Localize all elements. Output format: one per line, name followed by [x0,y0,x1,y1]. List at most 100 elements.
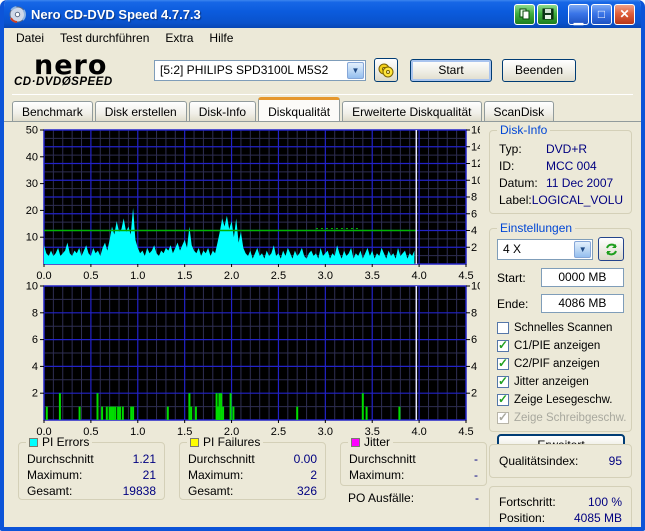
po-failures-row: PO Ausfälle: - [348,491,479,505]
start-button[interactable]: Start [410,58,492,82]
quality-index-value: 95 [608,454,622,468]
charts-column: 10 20 30 40 50 2 4 6 8 10 12 14 16 0.0 0.5 1.0 1.5 2.0 2.5… [4,122,487,526]
quit-button[interactable]: Beenden [502,58,576,82]
stat-group-jitter: Jitter Durchschnitt - Maximum: - [340,435,487,486]
menu-hilfe[interactable]: Hilfe [201,29,241,47]
stat-label: Durchschnitt [188,452,255,466]
save-button[interactable] [537,3,558,25]
disc-tools-button[interactable] [374,58,398,82]
check-icon: ✓ [498,356,509,370]
progress-group: Fortschritt: 100 % Position: 4085 MBGeschwi… [489,486,632,527]
svg-text:20: 20 [26,205,38,217]
check-icon: ✓ [498,338,509,352]
save-icon [542,8,553,20]
progress-row: Position: 4085 MB [499,510,622,526]
close-button[interactable]: ✕ [614,3,635,25]
stat-label: Gesamt: [188,484,234,498]
disk-info-value: MCC 004 [546,159,597,173]
checkbox-zeige-schreibgeschw[interactable]: ✓ Zeige Schreibgeschw. [497,410,627,425]
copy-button[interactable] [514,3,535,25]
checkbox-zeige-lesegeschw[interactable]: ✓ Zeige Lesegeschw. [497,392,624,407]
close-icon: ✕ [619,7,630,21]
checkbox-box[interactable]: ✓ [497,338,509,352]
svg-text:0.5: 0.5 [83,270,98,280]
pi-errors-color-swatch-icon [29,437,38,447]
svg-text:4.0: 4.0 [411,426,426,436]
stat-value: 1.21 [132,452,156,466]
progress-label: Geschwindigkeit: [499,526,590,527]
stat-row: Maximum: 2 [188,467,317,483]
svg-text:8: 8 [471,307,477,319]
po-failures-label: PO Ausfälle: [348,491,415,505]
svg-text:3.5: 3.5 [365,270,380,280]
progress-label: Position: [499,511,546,525]
stats-row: PI Errors Durchschnitt 1.21 Maximum: 21 Gesam… [18,435,487,505]
svg-text:6: 6 [471,208,477,220]
discs-icon [378,63,394,78]
title-bar[interactable]: Nero CD-DVD Speed 4.7.7.3 ▁ □ ✕ [4,0,641,28]
menu-test-durchf-hren[interactable]: Test durchführen [52,29,157,47]
stat-value: 21 [142,468,156,482]
checkbox-label: C2/PIF anzeigen [514,358,600,370]
stat-value: 0.00 [293,452,317,466]
minimize-button[interactable]: ▁ [568,3,589,25]
chevron-down-icon[interactable]: ▼ [574,240,592,258]
svg-text:6: 6 [32,334,38,346]
app-icon [9,5,26,23]
settings-title: Einstellungen [497,221,576,235]
tab-erweiterte-diskqualit-t[interactable]: Erweiterte Diskqualität [342,101,482,121]
chevron-down-icon[interactable]: ▼ [347,61,364,79]
maximize-button[interactable]: □ [591,3,612,25]
svg-text:16: 16 [471,125,480,137]
checkbox-box[interactable]: ✓ [497,374,509,388]
tab-disk-info[interactable]: Disk-Info [188,101,257,121]
checkbox-box[interactable]: ✓ [497,410,509,424]
refresh-button[interactable] [598,237,624,261]
svg-text:2: 2 [471,388,477,400]
drive-select[interactable]: [5:2] PHILIPS SPD3100L M5S2 ▼ [154,59,366,81]
refresh-icon [605,243,617,255]
end-field[interactable]: 4086 MB [540,294,624,313]
copy-icon [519,8,529,20]
progress-row: Fortschritt: 100 % [499,494,622,510]
stat-label: Durchschnitt [349,452,416,466]
stat-label: Gesamt: [27,484,73,498]
tab-benchmark[interactable]: Benchmark [12,101,93,121]
disk-quality-page: 10 20 30 40 50 2 4 6 8 10 12 14 16 0.0 0.5 1.0 1.5 2.0 2.5… [4,121,641,527]
checkbox-c1-pie-anzeigen[interactable]: ✓ C1/PIE anzeigen [497,338,624,353]
svg-text:2.0: 2.0 [224,270,239,280]
stat-value: 326 [296,484,317,498]
po-failures-value: - [475,491,479,505]
disk-info-label: Datum: [499,176,538,190]
disk-info-row: Label: LOGICAL_VOLU [499,192,623,209]
checkbox-box[interactable]: ✓ [497,392,509,406]
stat-value: - [474,452,478,466]
checkbox-c2-pif-anzeigen[interactable]: ✓ C2/PIF anzeigen [497,356,624,371]
speed-select[interactable]: 4 X ▼ [497,238,594,260]
tab-scandisk[interactable]: ScanDisk [483,101,555,121]
checkbox-label: Schnelles Scannen [514,322,613,334]
nero-logo-wordmark: nero [34,49,108,81]
stat-row: Maximum: 21 [27,467,156,483]
menu-datei[interactable]: Datei [8,29,52,47]
checkbox-jitter-anzeigen[interactable]: ✓ Jitter anzeigen [497,374,624,389]
checkbox-schnelles-scannen[interactable]: Schnelles Scannen [497,321,624,335]
tab-diskqualit-t[interactable]: Diskqualität [258,97,341,121]
stat-label: Maximum: [188,468,244,482]
checkbox-box[interactable]: ✓ [497,356,509,370]
check-icon: ✓ [498,392,509,406]
svg-text:50: 50 [26,125,38,137]
nero-logo: nero CD·DVDØSPEED [14,52,144,89]
menu-extra[interactable]: Extra [157,29,201,47]
svg-text:2.5: 2.5 [271,426,286,436]
svg-text:10: 10 [471,281,480,293]
disk-info-group: Disk-Info Typ: DVD+R ID: MCC 004 Datum: 11 De… [489,123,632,214]
stat-group-pi-failures: PI Failures Durchschnitt 0.00 Maximum: 2 Gesa… [179,435,326,500]
speed-select-value: 4 X [503,242,522,256]
checkbox-box[interactable] [497,322,509,334]
disk-info-row: Datum: 11 Dec 2007 [499,175,623,192]
start-field[interactable]: 0000 MB [540,268,624,287]
maximize-icon: □ [597,7,606,21]
stat-label: Durchschnitt [27,452,94,466]
tab-disk-erstellen[interactable]: Disk erstellen [94,101,187,121]
